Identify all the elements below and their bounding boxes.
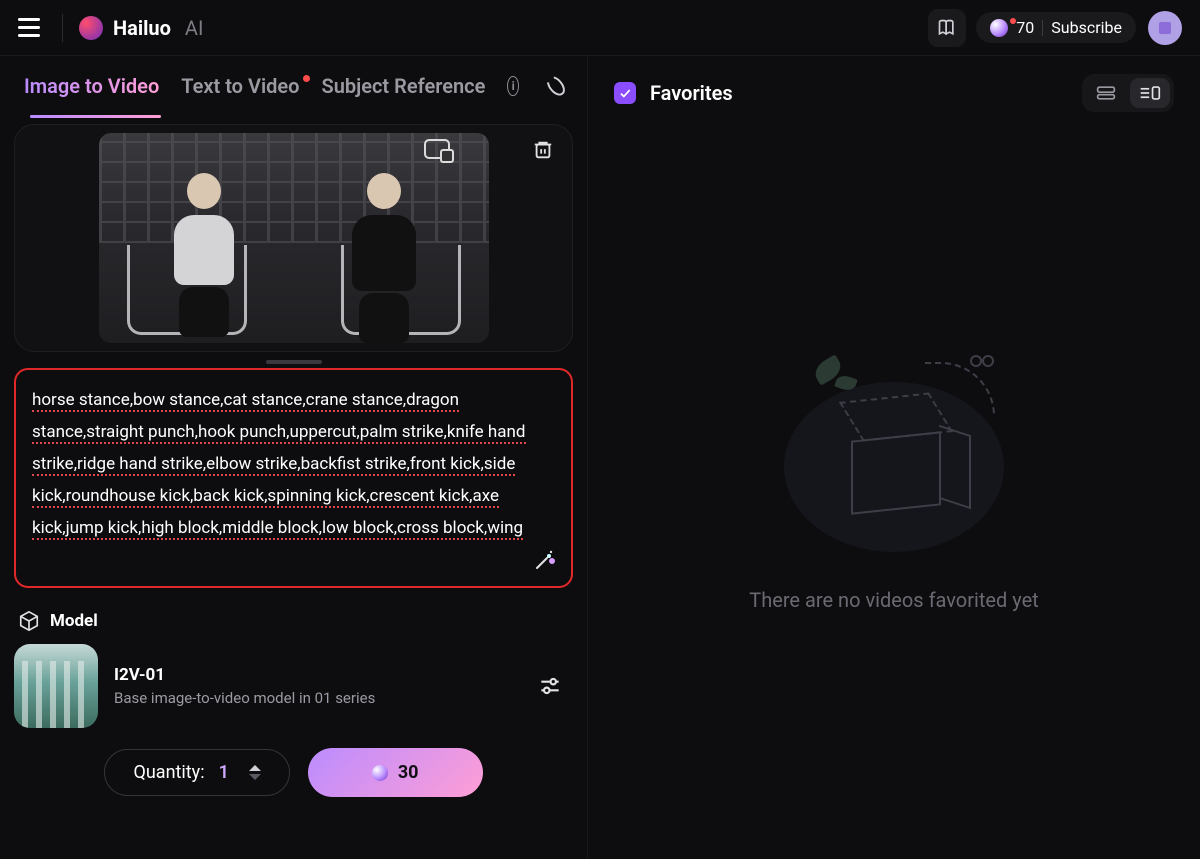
credit-orb-icon: [372, 765, 388, 781]
model-name: I2V-01: [114, 665, 521, 685]
delete-image-button[interactable]: [532, 139, 554, 161]
user-avatar[interactable]: [1148, 11, 1182, 45]
view-list-button[interactable]: [1130, 78, 1170, 108]
favorites-label: Favorites: [650, 81, 733, 105]
view-toggle: [1082, 74, 1174, 112]
grid-row-icon: [1096, 85, 1116, 101]
model-thumbnail: [14, 644, 98, 728]
trash-icon: [532, 139, 554, 161]
empty-state-illustration: [784, 342, 1004, 562]
new-badge-icon: [303, 75, 310, 82]
credit-orb-icon: [990, 19, 1008, 37]
library-button[interactable]: [928, 9, 966, 47]
view-grid-button[interactable]: [1086, 78, 1126, 108]
prompt-input[interactable]: horse stance,bow stance,cat stance,crane…: [14, 368, 573, 588]
favorites-checkbox[interactable]: [614, 82, 636, 104]
quantity-label: Quantity:: [133, 762, 204, 783]
quantity-selector[interactable]: Quantity: 1: [104, 749, 289, 796]
resize-handle[interactable]: [266, 360, 322, 364]
tab-subject-reference[interactable]: Subject Reference: [322, 74, 486, 98]
divider: [62, 14, 63, 42]
prompt-text: horse stance,bow stance,cat stance,crane…: [32, 384, 555, 544]
history-icon[interactable]: [544, 73, 569, 99]
brand-name: Hailuo: [113, 16, 171, 40]
replace-image-icon[interactable]: [424, 139, 450, 159]
quantity-decrease-button[interactable]: [249, 774, 261, 780]
tab-text-to-video[interactable]: Text to Video: [181, 74, 299, 98]
tab-image-to-video[interactable]: Image to Video: [24, 74, 159, 98]
cube-icon: [18, 610, 40, 632]
model-selector[interactable]: I2V-01 Base image-to-video model in 01 s…: [14, 644, 573, 728]
model-settings-icon[interactable]: [537, 673, 563, 699]
brand-suffix: AI: [185, 16, 204, 40]
divider: [1042, 20, 1043, 36]
generate-cost: 30: [398, 762, 419, 783]
credits-subscribe-pill[interactable]: 70 Subscribe: [976, 12, 1136, 43]
magic-wand-icon: [533, 548, 557, 572]
source-image-card: [14, 124, 573, 352]
list-side-icon: [1139, 85, 1161, 101]
enhance-prompt-button[interactable]: [533, 548, 557, 576]
tab-text-to-video-label: Text to Video: [181, 74, 299, 98]
hamburger-menu-button[interactable]: [18, 14, 46, 42]
logo-mark-icon: [79, 16, 103, 40]
quantity-increase-button[interactable]: [249, 765, 261, 771]
credits-count: 70: [1016, 18, 1034, 37]
generate-button[interactable]: 30: [308, 748, 483, 797]
empty-state-text: There are no videos favorited yet: [749, 588, 1038, 612]
model-section-label: Model: [50, 611, 98, 631]
model-description: Base image-to-video model in 01 series: [114, 689, 521, 707]
info-icon[interactable]: i: [507, 76, 519, 96]
check-icon: [618, 86, 632, 100]
quantity-value: 1: [219, 762, 229, 783]
source-image-thumbnail[interactable]: [99, 133, 489, 343]
app-logo[interactable]: Hailuo AI: [79, 16, 203, 40]
book-icon: [937, 18, 957, 38]
subscribe-label: Subscribe: [1051, 18, 1122, 37]
